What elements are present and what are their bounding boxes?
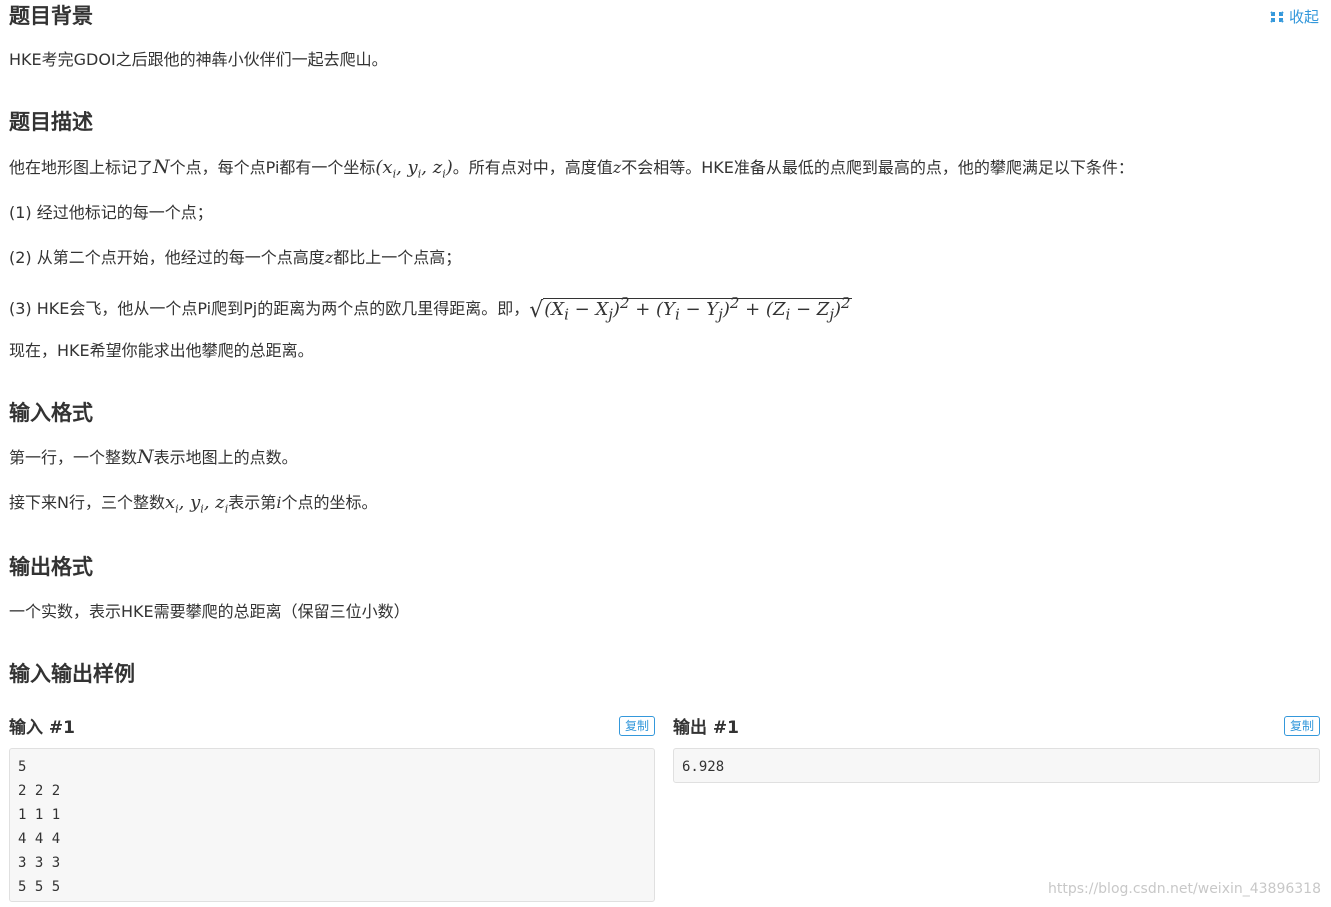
text-span: 表示地图上的点数。 (153, 448, 298, 467)
condition-2: (2) 从第二个点开始，他经过的每一个点高度z都比上一个点高； (9, 247, 461, 269)
description-now: 现在，HKE希望你能求出他攀爬的总距离。 (9, 341, 314, 360)
math-z: z (324, 248, 334, 267)
math-distance-formula: √(Xi − Xj)2 + (Yi − Yj)2 + (Zi − Zj)2 (529, 294, 852, 324)
collapse-button[interactable]: 收起 (1269, 6, 1319, 27)
condition-3: (3) HKE会飞，他从一个点Pi爬到Pj的距离为两个点的欧几里得距离。即， √… (9, 292, 852, 326)
collapse-label: 收起 (1288, 8, 1319, 26)
text-span: 。所有点对中，高度值 (452, 158, 613, 177)
background-text: HKE考完GDOI之后跟他的神犇小伙伴们一起去爬山。 (9, 50, 388, 69)
sample-input-header: 输入 #1 复制 (9, 713, 655, 738)
text-span: 个点，每个点Pi都有一个坐标 (169, 158, 376, 177)
output-format-text: 一个实数，表示HKE需要攀爬的总距离（保留三位小数） (9, 602, 410, 621)
math-xyz: xi, yi, zi (164, 492, 229, 516)
math-n: N (153, 156, 170, 178)
text-span: (2) 从第二个点开始，他经过的每一个点高度 (9, 248, 325, 267)
section-title-description: 题目描述 (9, 110, 93, 134)
sample-input-title: 输入 #1 (9, 718, 75, 738)
problem-page: 收起 题目背景 HKE考完GDOI之后跟他的神犇小伙伴们一起去爬山。 题目描述 … (0, 0, 1331, 907)
watermark: https://blog.csdn.net/weixin_43896318 (1047, 881, 1321, 897)
collapse-icon (1270, 10, 1284, 23)
copy-input-button[interactable]: 复制 (618, 715, 655, 736)
sample-output-title: 输出 #1 (673, 718, 739, 738)
text-span: 他在地形图上标记了 (9, 158, 154, 177)
section-title-input-format: 输入格式 (9, 401, 93, 425)
copy-output-button[interactable]: 复制 (1283, 715, 1320, 736)
text-span: 不会相等。HKE准备从最低的点爬到最高的点，他的攀爬满足以下条件： (621, 158, 1134, 177)
text-span: (3) HKE会飞，他从一个点Pi爬到Pj的距离为两个点的欧几里得距离。即， (9, 298, 530, 318)
sample-output-box[interactable]: 6.928 (673, 748, 1320, 783)
text-span: 表示第 (228, 493, 277, 512)
math-n: N (137, 446, 154, 468)
section-title-output-format: 输出格式 (9, 555, 93, 579)
text-span: 个点的坐标。 (281, 493, 378, 512)
text-span: 都比上一个点高； (333, 248, 462, 267)
input-format-line-1: 第一行，一个整数N表示地图上的点数。 (9, 446, 298, 469)
sample-output-header: 输出 #1 复制 (673, 713, 1320, 738)
section-title-background: 题目背景 (9, 4, 93, 28)
input-format-line-2: 接下来N行，三个整数xi, yi, zi表示第i个点的坐标。 (9, 492, 377, 521)
math-coordinate: (xi, yi, zi) (375, 157, 453, 181)
section-title-samples: 输入输出样例 (9, 662, 135, 686)
sample-input-box[interactable]: 5 2 2 2 1 1 1 4 4 4 3 3 3 5 5 5 (9, 748, 655, 902)
condition-1: (1) 经过他标记的每一个点； (9, 203, 213, 222)
math-z: z (612, 158, 622, 177)
text-span: 第一行，一个整数 (9, 448, 138, 467)
description-line-1: 他在地形图上标记了N个点，每个点Pi都有一个坐标(xi, yi, zi)。所有点… (9, 156, 1134, 186)
text-span: 接下来N行，三个整数 (9, 493, 165, 512)
